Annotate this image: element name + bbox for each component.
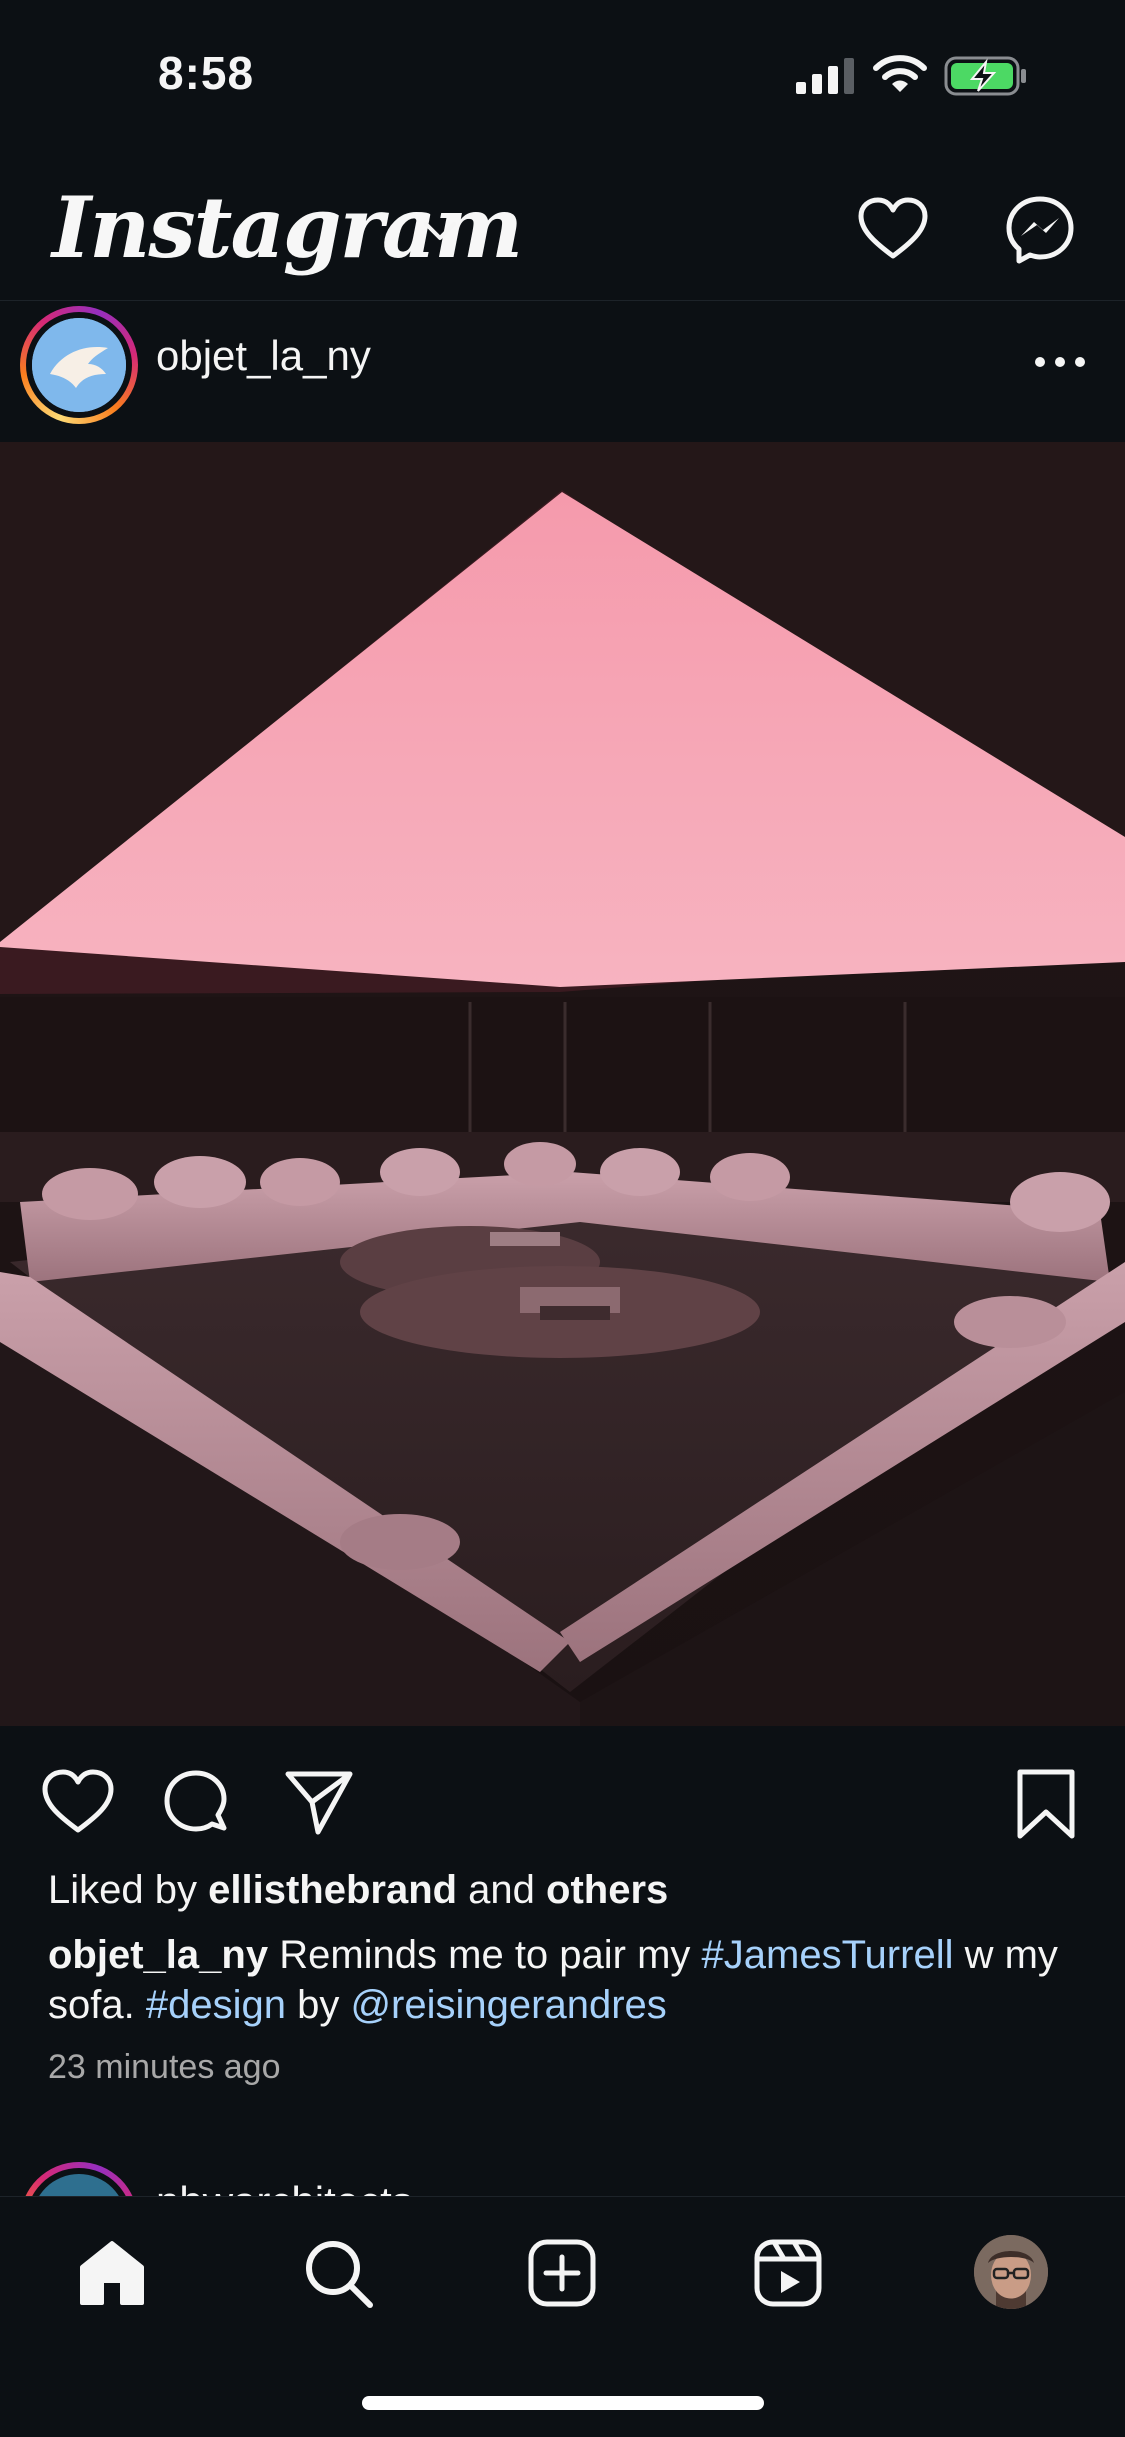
post-image[interactable] <box>0 442 1125 1726</box>
mention-link[interactable]: @reisingerandres <box>350 1983 666 2027</box>
post-timestamp: 23 minutes ago <box>48 2048 281 2086</box>
post-caption: objet_la_ny Reminds me to pair my #James… <box>48 1930 1088 2030</box>
liked-by-others[interactable]: others <box>546 1868 668 1912</box>
search-icon[interactable] <box>302 2237 374 2309</box>
liked-by-prefix: Liked by <box>48 1868 209 1912</box>
story-ring[interactable] <box>20 306 138 424</box>
caption-text: Reminds me to pair my <box>268 1933 702 1977</box>
status-bar: 8:58 <box>0 0 1125 150</box>
next-post-header: nbwarchitects <box>0 2148 1125 2196</box>
wifi-icon <box>873 55 927 92</box>
sunken-living-room-photo <box>0 442 1125 1726</box>
avatar <box>32 318 126 412</box>
heart-icon[interactable] <box>856 196 930 262</box>
caption-username[interactable]: objet_la_ny <box>48 1933 268 1977</box>
caption-text: by <box>285 1983 351 2027</box>
more-options-icon[interactable] <box>1032 352 1088 372</box>
home-icon[interactable] <box>76 2237 148 2309</box>
create-icon[interactable] <box>526 2237 598 2309</box>
hashtag-link[interactable]: #design <box>146 1983 286 2027</box>
heart-icon[interactable] <box>40 1768 116 1836</box>
bookmark-icon[interactable] <box>1014 1768 1078 1840</box>
post-header: objet_la_ny <box>0 300 1125 440</box>
comment-icon[interactable] <box>160 1768 232 1840</box>
post-actions <box>0 1726 1125 1866</box>
app-header: Instagram <box>0 150 1125 301</box>
battery-charging-icon <box>944 56 1026 96</box>
profile-avatar[interactable] <box>974 2235 1048 2309</box>
story-ring[interactable] <box>20 2162 138 2196</box>
chevron-down-icon[interactable] <box>422 216 458 244</box>
avatar <box>32 2174 126 2196</box>
hashtag-link[interactable]: #JamesTurrell <box>702 1933 954 1977</box>
share-icon[interactable] <box>284 1768 354 1836</box>
status-time: 8:58 <box>158 47 255 99</box>
reels-icon[interactable] <box>752 2237 824 2309</box>
liked-by-middle: and <box>457 1868 547 1912</box>
home-indicator <box>362 2396 764 2410</box>
post-username[interactable]: objet_la_ny <box>156 332 371 380</box>
cellular-signal-icon <box>796 58 854 94</box>
liked-by-user[interactable]: ellisthebrand <box>208 1868 457 1912</box>
liked-by[interactable]: Liked by ellisthebrand and others <box>48 1868 668 1913</box>
next-post-username[interactable]: nbwarchitects <box>156 2178 413 2196</box>
messenger-icon[interactable] <box>1004 194 1076 266</box>
